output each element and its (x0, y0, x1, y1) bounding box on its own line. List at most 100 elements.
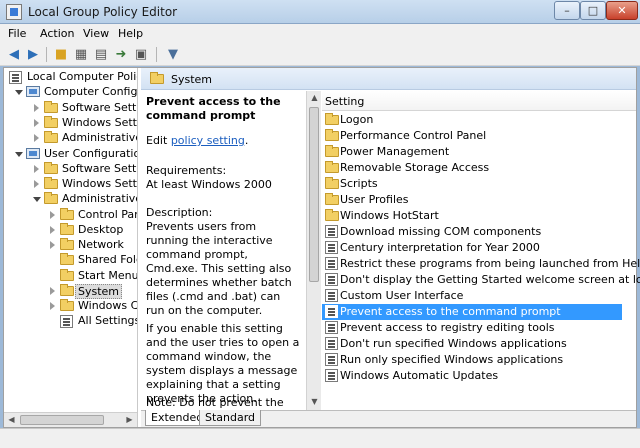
column-header-setting[interactable]: Setting (322, 91, 636, 111)
folder-icon (325, 209, 339, 221)
folder-icon (60, 269, 74, 281)
list-item-windows-automatic-updates[interactable]: Windows Automatic Updates (322, 368, 622, 384)
setting-icon (325, 289, 338, 302)
folder-icon (325, 145, 339, 157)
expand-arrow-icon[interactable] (34, 134, 39, 142)
panel-title: System (171, 73, 213, 86)
policy-icon (9, 71, 22, 84)
scroll-right-icon[interactable]: ▶ (122, 413, 137, 427)
status-bar (0, 428, 640, 448)
list-item-century-interpretation[interactable]: Century interpretation for Year 2000 (322, 240, 622, 256)
expand-arrow-icon[interactable] (50, 226, 55, 234)
menu-view[interactable]: View (83, 27, 109, 40)
menu-bar: File Action View Help (0, 24, 640, 44)
collapse-arrow-icon[interactable] (33, 197, 41, 202)
requirements-label: Requirements: (146, 164, 227, 177)
list-item-restrict-help-programs[interactable]: Restrict these programs from being launc… (322, 256, 640, 272)
folder-icon (44, 177, 58, 189)
main-content: Local Computer Policy Computer Configura… (3, 67, 640, 428)
policy-heading: Prevent access to the command prompt (146, 95, 281, 122)
scrollbar-thumb[interactable] (309, 107, 319, 282)
folder-icon (44, 192, 58, 204)
view-tabs: Extended Standard (141, 410, 636, 427)
list-item-download-missing-com[interactable]: Download missing COM components (322, 224, 622, 240)
folder-icon (60, 208, 74, 220)
expand-arrow-icon[interactable] (34, 104, 39, 112)
setting-icon (325, 337, 338, 350)
computer-icon (26, 86, 40, 97)
description-paragraph-2: If you enable this setting and the user … (146, 322, 300, 405)
list-item-custom-user-interface[interactable]: Custom User Interface (322, 288, 622, 304)
folder-icon (325, 113, 339, 125)
folder-up-icon[interactable]: ■ (52, 46, 70, 63)
menu-help[interactable]: Help (118, 27, 143, 40)
list-item-run-only-specified-apps[interactable]: Run only specified Windows applications (322, 352, 622, 368)
window-title: Local Group Policy Editor (28, 5, 178, 19)
edit-policy-link[interactable]: policy setting (171, 134, 245, 147)
menu-file[interactable]: File (8, 27, 26, 40)
list-item-logon[interactable]: Logon (322, 112, 622, 128)
setting-icon (325, 353, 338, 366)
scrollbar-thumb[interactable] (20, 415, 104, 425)
properties-icon[interactable]: ▣ (132, 46, 150, 63)
folder-icon (44, 116, 58, 128)
list-item-performance-control-panel[interactable]: Performance Control Panel (322, 128, 622, 144)
setting-icon (325, 241, 338, 254)
expand-arrow-icon[interactable] (50, 287, 55, 295)
folder-icon (60, 284, 74, 296)
description-paragraph-1: Prevents users from running the interact… (146, 220, 292, 317)
forward-arrow-icon[interactable]: ▶ (24, 46, 42, 63)
minimize-button[interactable]: – (554, 1, 580, 20)
expand-arrow-icon[interactable] (34, 165, 39, 173)
settings-list: Setting Logon Performance Control Panel … (322, 91, 640, 410)
description-paragraph-3: Note: Do not prevent the computer from r… (146, 396, 284, 409)
scroll-down-icon[interactable]: ▼ (307, 395, 322, 409)
setting-icon (325, 225, 338, 238)
collapse-arrow-icon[interactable] (15, 90, 23, 95)
tree-horizontal-scrollbar[interactable]: ◀ ▶ (4, 412, 137, 427)
user-icon (26, 148, 40, 159)
maximize-button[interactable]: □ (580, 1, 606, 20)
toolbar: ◀ ▶ ■ ▦ ▤ ➜ ▣ ▼ (0, 44, 640, 66)
list-item-power-management[interactable]: Power Management (322, 144, 622, 160)
list-item-getting-started-welcome[interactable]: Don't display the Getting Started welcom… (322, 272, 640, 288)
panel-header: System (141, 68, 636, 90)
menu-action[interactable]: Action (40, 27, 74, 40)
help-icon[interactable]: ➜ (112, 46, 130, 63)
toolbar-separator (46, 47, 47, 62)
expand-arrow-icon[interactable] (50, 241, 55, 249)
list-item-removable-storage-access[interactable]: Removable Storage Access (322, 160, 622, 176)
scroll-left-icon[interactable]: ◀ (4, 413, 19, 427)
scroll-up-icon[interactable]: ▲ (307, 91, 322, 105)
setting-icon (325, 369, 338, 382)
list-item-dont-run-specified-apps[interactable]: Don't run specified Windows applications (322, 336, 622, 352)
folder-icon (60, 223, 74, 235)
list-item-scripts[interactable]: Scripts (322, 176, 622, 192)
setting-icon (325, 305, 338, 318)
list-item-prevent-registry-tools[interactable]: Prevent access to registry editing tools (322, 320, 622, 336)
setting-icon (325, 321, 338, 334)
collapse-arrow-icon[interactable] (15, 152, 23, 157)
tab-standard[interactable]: Standard (199, 410, 262, 426)
description-label: Description: (146, 206, 213, 219)
description-vertical-scrollbar[interactable]: ▲ ▼ (306, 91, 321, 410)
export-list-icon[interactable]: ▤ (92, 46, 110, 63)
folder-icon (150, 72, 164, 84)
show-hide-tree-icon[interactable]: ▦ (72, 46, 90, 63)
settings-icon (60, 315, 73, 328)
folder-icon (325, 193, 339, 205)
list-item-user-profiles[interactable]: User Profiles (322, 192, 622, 208)
filter-icon[interactable]: ▼ (164, 46, 182, 63)
list-item-windows-hotstart[interactable]: Windows HotStart (322, 208, 622, 224)
close-button[interactable]: ✕ (606, 1, 638, 20)
folder-icon (44, 131, 58, 143)
expand-arrow-icon[interactable] (34, 119, 39, 127)
expand-arrow-icon[interactable] (34, 180, 39, 188)
folder-icon (44, 101, 58, 113)
edit-policy-line: Edit policy setting. (146, 134, 249, 147)
back-arrow-icon[interactable]: ◀ (5, 46, 23, 63)
folder-icon (44, 162, 58, 174)
expand-arrow-icon[interactable] (50, 302, 55, 310)
expand-arrow-icon[interactable] (50, 211, 55, 219)
list-item-prevent-command-prompt[interactable]: Prevent access to the command prompt (322, 304, 622, 320)
